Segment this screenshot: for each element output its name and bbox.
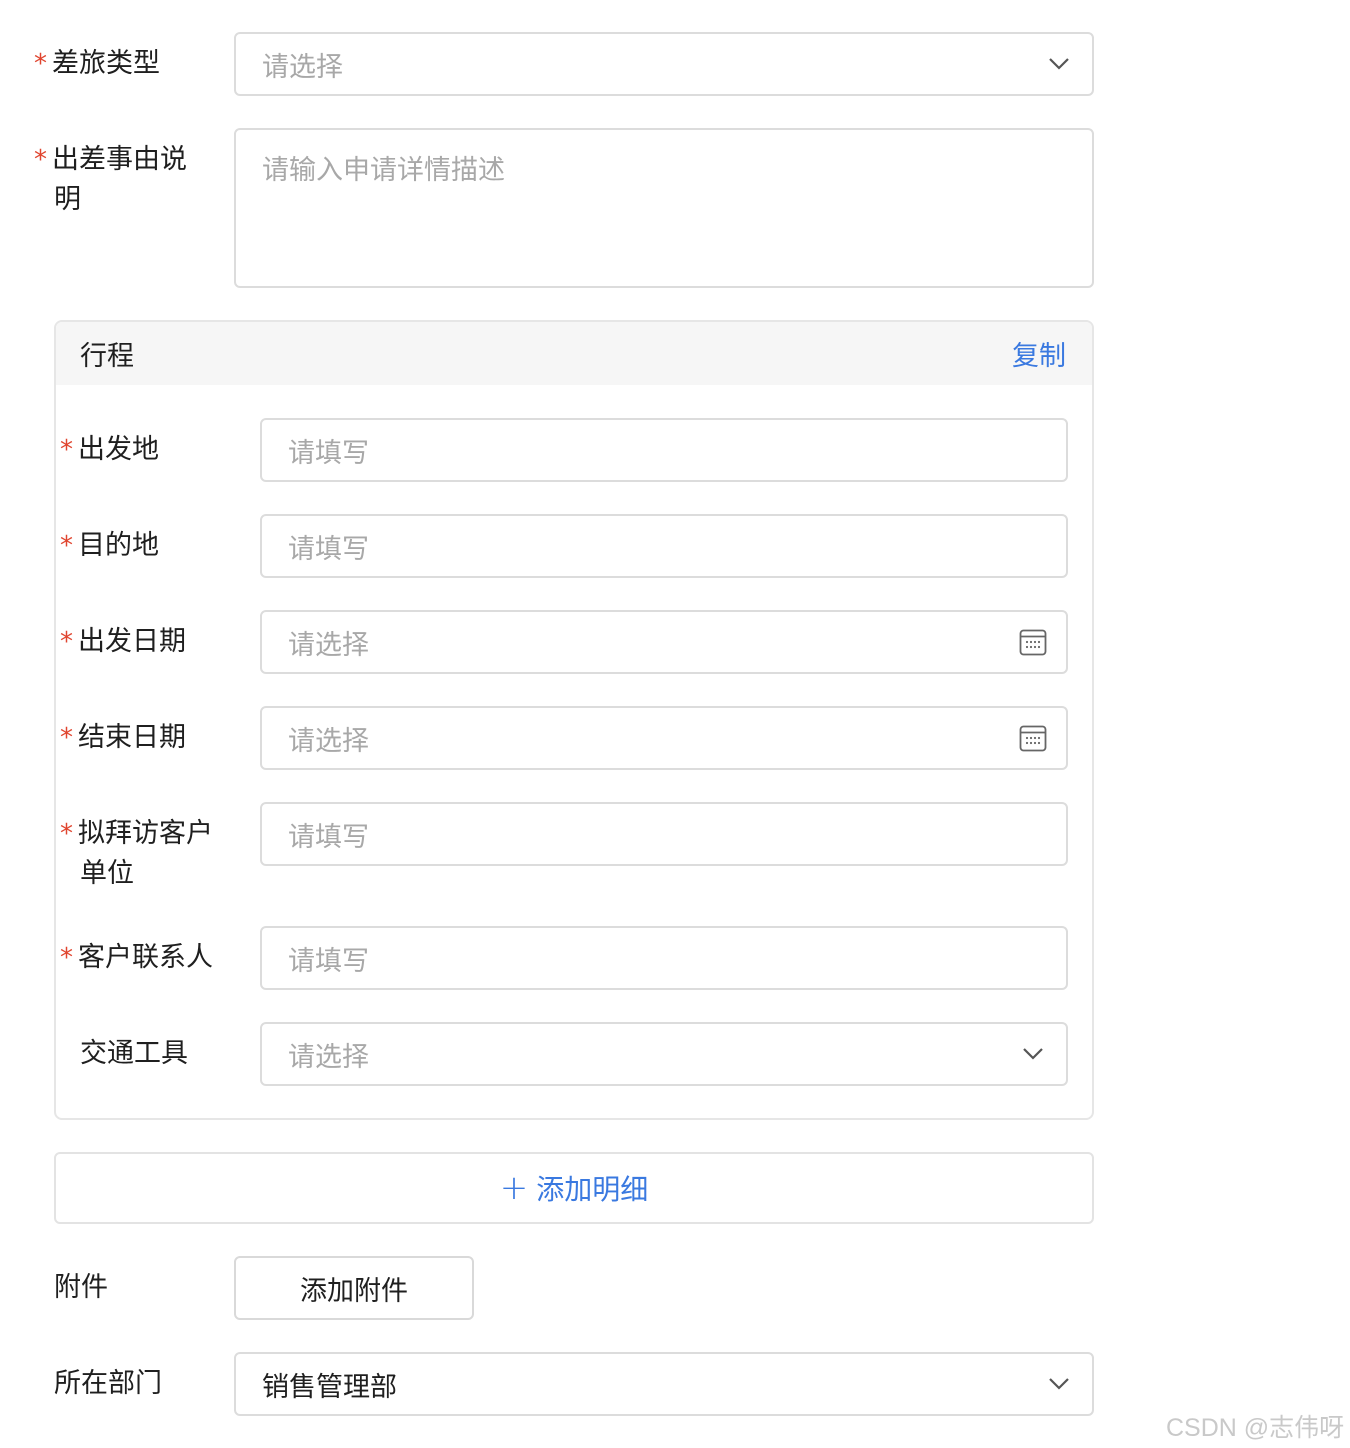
add-attachment-button[interactable]: 添加附件 [234, 1256, 474, 1320]
required-mark: * [34, 49, 47, 79]
client-contact-placeholder: 请填写 [288, 945, 369, 977]
departure-placeholder: 请填写 [288, 437, 369, 469]
department-value: 销售管理部 [262, 1371, 397, 1403]
transport-label: 交通工具 [80, 1038, 188, 1069]
end-date-picker[interactable]: 请选择 [260, 706, 1068, 770]
reason-label: * 出差事由说明 [34, 140, 204, 220]
transport-placeholder: 请选择 [288, 1041, 369, 1073]
client-unit-input[interactable]: 请填写 [260, 802, 1068, 866]
attachment-label: 附件 [54, 1272, 108, 1303]
required-mark: * [60, 435, 73, 465]
copy-button[interactable]: 复制 [1012, 334, 1066, 373]
required-mark: * [60, 627, 73, 657]
start-date-label: * 出发日期 [60, 622, 186, 662]
itinerary-card-header: 行程 复制 [56, 322, 1092, 385]
destination-input[interactable]: 请填写 [260, 514, 1068, 578]
travel-type-placeholder: 请选择 [262, 51, 343, 83]
required-mark: * [60, 723, 73, 753]
department-label: 所在部门 [54, 1368, 162, 1399]
departure-label: * 出发地 [60, 430, 159, 470]
add-detail-label: 添加明细 [536, 1173, 649, 1206]
departure-input[interactable]: 请填写 [260, 418, 1068, 482]
client-contact-input[interactable]: 请填写 [260, 926, 1068, 990]
chevron-down-icon [1044, 49, 1074, 79]
department-select[interactable]: 销售管理部 [234, 1352, 1094, 1416]
required-mark: * [34, 145, 47, 175]
reason-textarea[interactable]: 请输入申请详情描述 [234, 128, 1094, 288]
itinerary-title: 行程 [80, 341, 134, 372]
plus-icon: + [499, 1168, 529, 1208]
travel-type-label: * 差旅类型 [34, 44, 160, 84]
client-unit-label: * 拟拜访客户单位 [60, 814, 230, 894]
start-date-placeholder: 请选择 [288, 629, 369, 661]
chevron-down-icon [1018, 1039, 1048, 1069]
start-date-picker[interactable]: 请选择 [260, 610, 1068, 674]
calendar-icon [1018, 723, 1048, 753]
watermark: CSDN @志伟呀 [1166, 1414, 1345, 1442]
client-unit-placeholder: 请填写 [288, 821, 369, 853]
reason-placeholder: 请输入申请详情描述 [262, 155, 505, 186]
required-mark: * [60, 943, 73, 973]
add-detail-button[interactable]: + 添加明细 [54, 1152, 1094, 1224]
calendar-icon [1018, 627, 1048, 657]
client-contact-label: * 客户联系人 [60, 938, 213, 978]
required-mark: * [60, 819, 73, 849]
travel-type-select[interactable]: 请选择 [234, 32, 1094, 96]
destination-label: * 目的地 [60, 526, 159, 566]
end-date-placeholder: 请选择 [288, 725, 369, 757]
transport-select[interactable]: 请选择 [260, 1022, 1068, 1086]
add-attachment-label: 添加附件 [300, 1275, 408, 1307]
end-date-label: * 结束日期 [60, 718, 186, 758]
required-mark: * [60, 531, 73, 561]
chevron-down-icon [1044, 1369, 1074, 1399]
destination-placeholder: 请填写 [288, 533, 369, 565]
